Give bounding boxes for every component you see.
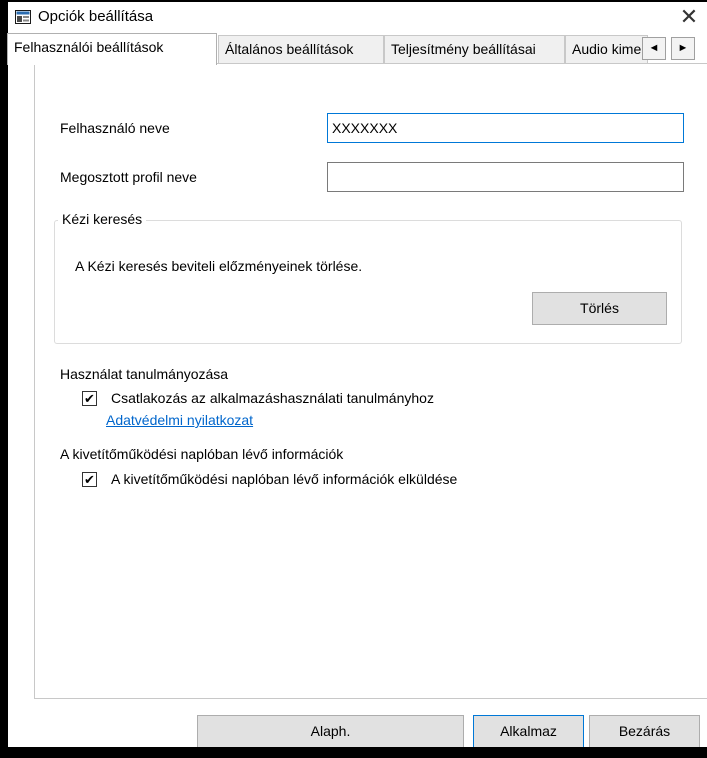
window-title: Opciók beállítása	[38, 8, 154, 25]
shared-profile-input[interactable]	[327, 162, 684, 192]
output-log-checkbox[interactable]: ✔	[82, 472, 97, 487]
manual-search-group-title: Kézi keresés	[58, 211, 147, 227]
tab-scroll-left-button[interactable]: ◄	[642, 37, 666, 60]
manual-search-description: A Kézi keresés beviteli előzményeinek tö…	[75, 258, 363, 274]
window-bottom-border	[0, 747, 707, 758]
tab-scroll-right-button[interactable]: ►	[671, 37, 695, 60]
close-button[interactable]: Bezárás	[589, 715, 700, 748]
output-log-checkbox-label[interactable]: A kivetítőműködési naplóban lévő informá…	[111, 471, 457, 487]
username-label: Felhasználó neve	[60, 120, 170, 136]
tab-general-settings[interactable]: Általános beállítások	[218, 35, 384, 64]
tab-label: Audio kimenet	[572, 41, 648, 57]
close-icon[interactable]: ✕	[674, 3, 704, 31]
privacy-statement-link[interactable]: Adatvédelmi nyilatkozat	[106, 412, 253, 428]
apply-button[interactable]: Alkalmaz	[473, 715, 584, 748]
triangle-right-icon: ►	[677, 42, 689, 54]
output-log-heading: A kivetítőműködési naplóban lévő informá…	[60, 446, 344, 462]
app-icon	[15, 10, 31, 24]
window-left-border	[0, 0, 8, 758]
tab-performance-settings[interactable]: Teljesítmény beállításai	[384, 35, 565, 64]
title-bar: Opciók beállítása ✕	[8, 2, 707, 32]
tab-label: Felhasználói beállítások	[14, 39, 164, 55]
tab-strip: Felhasználói beállítások Általános beáll…	[7, 33, 707, 65]
manual-search-group	[54, 220, 682, 344]
defaults-button[interactable]: Alaph.	[197, 715, 464, 748]
usage-study-checkbox-label[interactable]: Csatlakozás az alkalmazáshasználati tanu…	[111, 390, 434, 406]
tab-label: Általános beállítások	[225, 41, 354, 57]
tab-label: Teljesítmény beállításai	[391, 41, 536, 57]
tab-user-settings[interactable]: Felhasználói beállítások	[7, 33, 217, 65]
checkmark-icon: ✔	[84, 391, 95, 406]
usage-study-checkbox[interactable]: ✔	[82, 391, 97, 406]
username-input[interactable]: XXXXXXX	[327, 113, 684, 143]
tab-audio-output[interactable]: Audio kimenet	[565, 35, 648, 64]
shared-profile-label: Megosztott profil neve	[60, 169, 197, 185]
usage-study-heading: Használat tanulmányozása	[60, 366, 229, 382]
clear-history-button[interactable]: Törlés	[532, 292, 667, 325]
triangle-left-icon: ◄	[648, 42, 660, 54]
checkmark-icon: ✔	[84, 472, 95, 487]
